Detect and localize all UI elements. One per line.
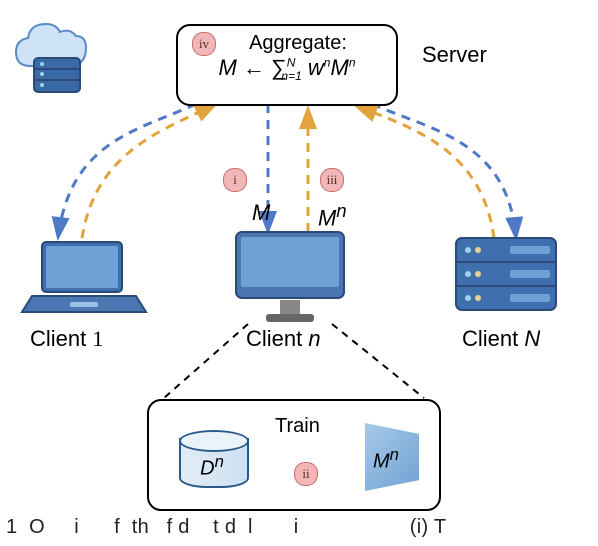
link-clientN-to-server [356,106,494,238]
client-N-label: Client N [462,326,540,352]
caption-fragment: 1 O i f th f d t d l i (i) T [6,516,446,539]
badge-iv: iv [192,32,216,56]
dataset-cylinder: Dn [179,430,245,486]
link-server-to-clientN [372,104,516,238]
laptop-icon [22,242,146,312]
aggregate-label: Aggregate: [249,32,347,55]
badge-iii: iii [320,168,344,192]
zoom-line-right [332,324,424,398]
aggregate-formula: M ← ∑Nn=1 wnMn [178,55,396,83]
badge-ii: ii [294,462,318,486]
badge-i: i [223,168,247,192]
zoom-line-left [164,324,248,398]
monitor-icon [236,232,344,322]
server-label: Server [422,42,487,68]
link-server-to-client1 [58,104,196,238]
client-n-label: Client n [246,326,321,352]
model-trapezoid: Mn [365,423,419,491]
arrow-up-label: Mn [318,200,347,231]
arrow-down-label: M [252,200,270,226]
train-label: Train [275,415,320,438]
server-rack-icon [456,238,556,310]
cloud-server-icon [34,58,80,92]
client-1-label: Client 1 [30,326,103,352]
